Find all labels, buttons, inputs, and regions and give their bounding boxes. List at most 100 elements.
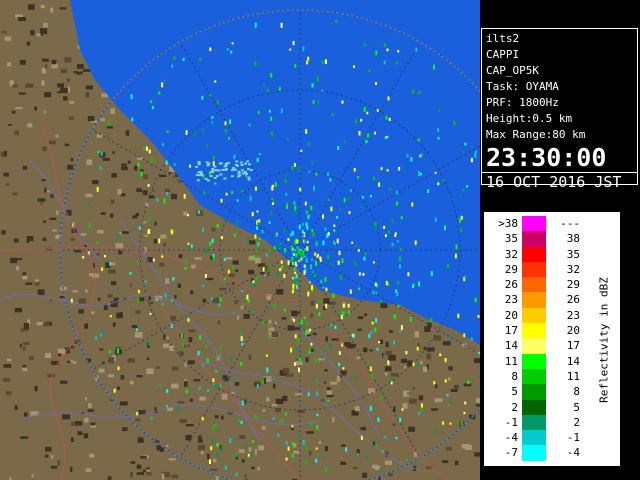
terrain-patch <box>249 240 256 245</box>
legend-color-swatch <box>522 368 546 385</box>
echo-pixel <box>197 351 200 356</box>
echo-pixel <box>434 171 437 174</box>
echo-pixel <box>305 210 308 214</box>
prf-value: PRF: 1800Hz <box>486 96 559 109</box>
legend-lower-bound: 2 <box>511 400 518 414</box>
terrain-patch <box>412 387 416 390</box>
legend-color-swatch <box>522 277 546 293</box>
echo-pixel <box>97 150 100 154</box>
echo-pixel <box>294 334 297 339</box>
terrain-patch <box>52 229 57 232</box>
echo-pixel <box>247 453 250 457</box>
terrain-patch <box>268 327 275 332</box>
terrain-patch <box>310 313 314 318</box>
terrain-patch <box>166 336 169 340</box>
echo-pixel <box>237 418 240 422</box>
echo-pixel <box>341 100 344 104</box>
echo-pixel <box>313 274 316 277</box>
echo-pixel <box>166 191 169 196</box>
terrain-patch <box>272 403 277 407</box>
legend-upper-bound: -4 <box>566 446 580 460</box>
echo-pixel <box>215 384 218 389</box>
echo-pixel <box>342 303 345 308</box>
echo-pixel <box>287 446 290 451</box>
clutter-pixel <box>246 160 250 163</box>
terrain-patch <box>207 453 210 460</box>
terrain-patch <box>60 87 68 93</box>
echo-pixel <box>295 347 298 352</box>
clutter-pixel <box>247 176 251 179</box>
echo-pixel <box>263 83 266 87</box>
echo-pixel <box>95 336 97 340</box>
terrain-patch <box>171 474 179 479</box>
echo-pixel <box>293 276 296 280</box>
terrain-patch <box>293 450 300 454</box>
echo-pixel <box>233 234 236 237</box>
terrain-patch <box>22 365 27 368</box>
echo-pixel <box>449 422 452 425</box>
echo-pixel <box>291 442 294 446</box>
echo-pixel <box>348 211 351 214</box>
clutter-pixel <box>196 179 200 182</box>
terrain-patch <box>87 116 95 122</box>
echo-pixel <box>214 80 217 83</box>
task-name: Task: OYAMA <box>486 80 559 93</box>
echo-pixel <box>210 446 213 451</box>
echo-pixel <box>363 137 366 142</box>
echo-pixel <box>249 195 252 201</box>
terrain-patch <box>295 360 303 366</box>
echo-pixel <box>286 137 289 141</box>
terrain-patch <box>262 426 266 430</box>
echo-pixel <box>254 414 257 419</box>
terrain-patch <box>6 358 12 362</box>
terrain-patch <box>198 435 202 439</box>
echo-pixel <box>360 118 363 122</box>
echo-pixel <box>314 252 317 256</box>
echo-pixel <box>117 232 120 238</box>
terrain-patch <box>146 467 150 470</box>
echo-pixel <box>384 234 387 238</box>
terrain-patch <box>306 431 314 434</box>
echo-pixel <box>173 230 176 233</box>
echo-pixel <box>149 312 152 315</box>
terrain-patch <box>25 282 33 285</box>
clutter-pixel <box>237 172 241 175</box>
echo-pixel <box>211 115 214 119</box>
terrain-patch <box>102 157 110 161</box>
echo-pixel <box>265 354 268 357</box>
echo-pixel <box>462 150 465 154</box>
terrain-patch <box>177 401 184 404</box>
clutter-pixel <box>237 175 240 178</box>
echo-pixel <box>241 290 244 293</box>
terrain-patch <box>159 174 167 178</box>
echo-pixel <box>99 166 102 170</box>
echo-pixel <box>369 405 372 411</box>
echo-pixel <box>438 108 441 113</box>
echo-pixel <box>88 223 91 228</box>
terrain-patch <box>165 278 170 284</box>
echo-pixel <box>340 314 343 320</box>
echo-pixel <box>145 146 148 151</box>
terrain-patch <box>89 273 97 277</box>
terrain-patch <box>286 373 294 377</box>
echo-pixel <box>305 460 308 464</box>
terrain-patch <box>73 71 78 74</box>
echo-pixel <box>306 321 309 326</box>
terrain-patch <box>423 346 426 350</box>
echo-pixel <box>464 275 466 279</box>
terrain-patch <box>69 466 73 473</box>
echo-pixel <box>290 245 293 250</box>
echo-pixel <box>410 157 413 162</box>
legend-upper-bound: 35 <box>566 247 580 261</box>
terrain-patch <box>87 403 92 408</box>
echo-pixel <box>261 229 264 234</box>
terrain-patch <box>336 375 340 382</box>
echo-pixel <box>129 272 132 275</box>
terrain-patch <box>194 257 202 260</box>
terrain-patch <box>388 358 391 361</box>
terrain-patch <box>146 357 150 360</box>
terrain-patch <box>403 365 407 369</box>
legend-lower-bound: 5 <box>511 385 518 399</box>
terrain-patch <box>407 360 413 367</box>
clutter-pixel <box>195 174 199 177</box>
